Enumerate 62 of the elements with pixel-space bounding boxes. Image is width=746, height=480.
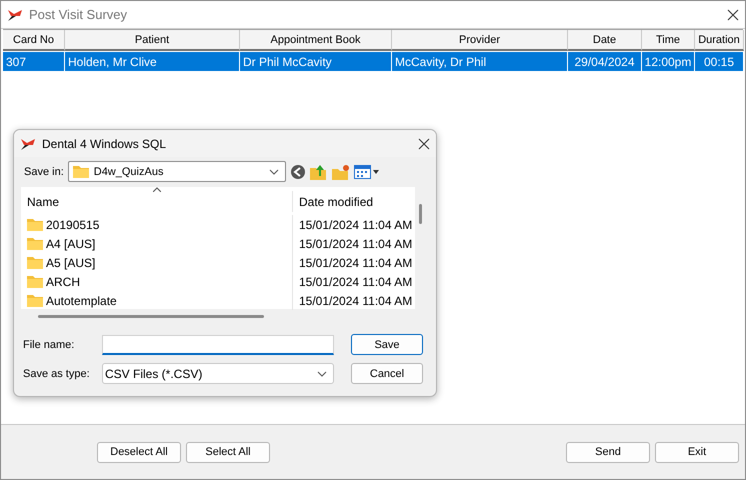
- file-type-dropdown[interactable]: CSV Files (*.CSV): [102, 363, 334, 384]
- file-name-field[interactable]: [102, 334, 334, 354]
- column-header[interactable]: Duration: [695, 30, 744, 51]
- column-header[interactable]: Appointment Book: [240, 30, 392, 51]
- deselect-all-button[interactable]: Deselect All: [97, 442, 181, 462]
- back-icon[interactable]: [290, 164, 306, 180]
- folder-item[interactable]: A5 [AUS]: [21, 253, 293, 272]
- folder-name: A5 [AUS]: [46, 256, 96, 270]
- send-button[interactable]: Send: [566, 442, 650, 462]
- folder-icon: [72, 165, 89, 178]
- folder-item[interactable]: A4 [AUS]: [21, 234, 293, 253]
- folder-item[interactable]: Autotemplate: [21, 291, 293, 310]
- folder-name: A4 [AUS]: [46, 236, 96, 250]
- save-in-dropdown[interactable]: D4w_QuizAus: [68, 161, 286, 182]
- table-cell: 307: [3, 52, 65, 71]
- column-header[interactable]: Provider: [392, 30, 568, 51]
- column-header[interactable]: Card No: [3, 30, 65, 51]
- logo-icon: [20, 136, 36, 150]
- column-header[interactable]: Date: [568, 30, 642, 51]
- chevron-down-icon: [317, 370, 327, 376]
- exit-button[interactable]: Exit: [655, 442, 739, 462]
- dialog-title: Dental 4 Windows SQL: [42, 136, 168, 150]
- table-cell: 29/04/2024: [568, 52, 642, 71]
- save-as-type-label: Save as type:: [23, 368, 91, 380]
- view-menu-icon[interactable]: [354, 164, 380, 180]
- date-modified: 15/01/2024 11:04 AM: [298, 216, 414, 234]
- folder-name: 20190515: [46, 218, 100, 232]
- select-all-button[interactable]: Select All: [186, 442, 270, 462]
- folder-name: Autotemplate: [46, 294, 117, 308]
- cancel-button[interactable]: Cancel: [351, 363, 423, 384]
- date-modified: 15/01/2024 11:04 AM: [298, 274, 414, 290]
- folder-icon: [27, 294, 43, 307]
- column-header[interactable]: Time: [642, 30, 695, 51]
- date-modified: 15/01/2024 11:04 AM: [298, 254, 414, 272]
- column-header[interactable]: Name: [21, 191, 293, 212]
- column-header[interactable]: Date modified: [293, 191, 418, 212]
- new-folder-icon[interactable]: [332, 164, 350, 180]
- folder-icon: [27, 256, 43, 269]
- save-button[interactable]: Save: [351, 334, 423, 355]
- scrollbar-thumb[interactable]: [38, 315, 264, 318]
- table-cell: 12:00pm: [642, 52, 695, 71]
- scrollbar-thumb[interactable]: [419, 204, 422, 224]
- folder-icon: [27, 237, 43, 250]
- logo-icon: [7, 8, 23, 22]
- folder-icon: [27, 218, 43, 231]
- save-in-label: Save in:: [24, 166, 64, 178]
- chevron-down-icon: [268, 168, 279, 174]
- table-cell: Dr Phil McCavity: [240, 52, 392, 71]
- window-title: Post Visit Survey: [29, 7, 128, 22]
- table-cell: Holden, Mr Clive: [65, 52, 240, 71]
- table-cell: McCavity, Dr Phil: [392, 52, 568, 71]
- table-cell: 00:15: [695, 52, 744, 71]
- date-modified: 15/01/2024 11:04 AM: [298, 292, 414, 310]
- folder-name: ARCH: [46, 274, 80, 288]
- date-modified: 15/01/2024 11:04 AM: [298, 236, 414, 252]
- close-icon[interactable]: [727, 8, 739, 20]
- file-name-label: File name:: [23, 338, 76, 350]
- folder-item[interactable]: ARCH: [21, 272, 293, 291]
- folder-icon: [27, 275, 43, 288]
- column-header[interactable]: Patient: [65, 30, 240, 51]
- close-icon[interactable]: [418, 138, 430, 150]
- folder-item[interactable]: 20190515: [21, 215, 293, 234]
